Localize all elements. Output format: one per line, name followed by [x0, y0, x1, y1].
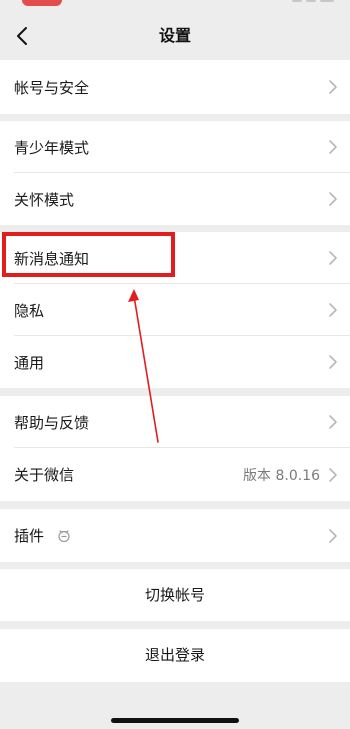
settings-item-help-feedback[interactable]: 帮助与反馈	[0, 396, 350, 448]
status-icons	[292, 0, 334, 4]
chevron-right-icon	[328, 354, 338, 370]
chevron-right-icon	[328, 139, 338, 155]
page-title: 设置	[158, 26, 191, 45]
chevron-right-icon	[328, 414, 338, 430]
settings-item-label: 插件	[14, 527, 45, 545]
settings-item-about-wechat[interactable]: 关于微信 版本 8.0.16	[0, 448, 350, 501]
settings-item-label: 帮助与反馈	[14, 413, 90, 432]
settings-item-privacy[interactable]: 隐私	[0, 284, 350, 336]
chevron-right-icon	[328, 79, 338, 95]
settings-item-care-mode[interactable]: 关怀模式	[0, 173, 350, 225]
settings-item-label: 隐私	[14, 301, 45, 320]
settings-item-label: 关于微信	[14, 466, 75, 484]
chevron-left-icon	[17, 27, 27, 45]
home-indicator	[111, 718, 239, 723]
settings-screen: 设置 帐号与安全 青少年模式 关怀模式 新消息通知 隐私 通用 帮助与反馈 关于…	[0, 0, 350, 729]
signal-icon	[292, 0, 302, 2]
wifi-icon	[306, 0, 316, 2]
switch-account-button[interactable]: 切换帐号	[0, 569, 350, 621]
settings-item-label: 通用	[14, 353, 45, 372]
settings-item-new-message-notification[interactable]: 新消息通知	[0, 232, 350, 284]
settings-item-label: 青少年模式	[14, 138, 90, 157]
chevron-right-icon	[328, 302, 338, 318]
chevron-right-icon	[328, 467, 338, 483]
chevron-right-icon	[328, 191, 338, 207]
navigation-bar: 设置	[0, 12, 350, 60]
back-button[interactable]	[10, 12, 34, 60]
battery-icon	[320, 0, 334, 2]
settings-item-account-security[interactable]: 帐号与安全	[0, 60, 350, 114]
settings-item-label: 关怀模式	[14, 190, 75, 209]
chevron-right-icon	[328, 528, 338, 544]
settings-item-label: 帐号与安全	[14, 78, 90, 97]
settings-item-label: 新消息通知	[14, 249, 90, 268]
logout-button[interactable]: 退出登录	[0, 629, 350, 682]
status-bar	[0, 0, 350, 12]
plugin-shield-icon	[57, 529, 71, 543]
settings-item-plugins[interactable]: 插件	[0, 509, 350, 562]
settings-item-general[interactable]: 通用	[0, 336, 350, 388]
version-value: 版本 8.0.16	[243, 467, 320, 484]
chevron-right-icon	[328, 250, 338, 266]
settings-item-teen-mode[interactable]: 青少年模式	[0, 121, 350, 173]
status-indicator	[22, 0, 62, 6]
